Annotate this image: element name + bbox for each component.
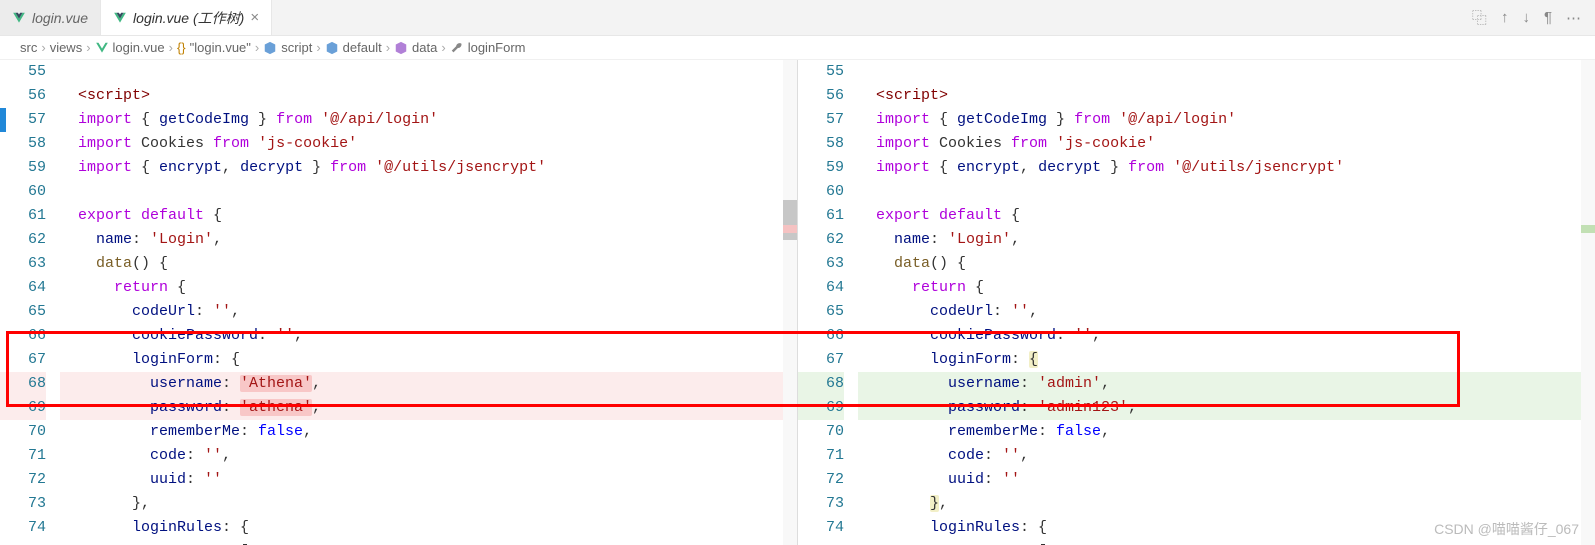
crumb-default[interactable]: default <box>325 40 382 55</box>
arrow-up-icon[interactable]: ↑ <box>1501 9 1509 26</box>
left-gutter: 55 56 57 58 59 60 61 62 63 64 65 66 67 6… <box>0 60 60 545</box>
crumb-data[interactable]: data <box>394 40 437 55</box>
tabs-left: login.vue login.vue (工作树) × <box>0 0 272 35</box>
cube-icon <box>325 41 339 55</box>
chevron-right-icon: › <box>316 40 320 55</box>
compare-icon[interactable]: ⿻ <box>1472 7 1487 28</box>
wrench-icon <box>450 41 464 55</box>
right-gutter: 55 56 57 58 59 60 61 62 63 64 65 66 67 6… <box>798 60 858 545</box>
cube-icon <box>394 41 408 55</box>
crumb-file[interactable]: login.vue <box>95 40 165 55</box>
left-minimap[interactable] <box>783 60 797 545</box>
diff-removed-line: password: 'athena', <box>60 396 783 420</box>
chevron-right-icon: › <box>386 40 390 55</box>
diff-added-line: username: 'admin', <box>858 372 1581 396</box>
crumb-loginform[interactable]: loginForm <box>450 40 526 55</box>
right-code[interactable]: <script> import { getCodeImg } from '@/a… <box>858 60 1581 545</box>
arrow-down-icon[interactable]: ↓ <box>1522 9 1530 26</box>
close-icon[interactable]: × <box>250 9 259 26</box>
chevron-right-icon: › <box>169 40 173 55</box>
crumb-views[interactable]: views <box>50 40 83 55</box>
diff-removed-line: username: 'Athena', <box>60 372 783 396</box>
vue-icon <box>113 11 127 25</box>
vue-icon <box>12 11 26 25</box>
tab-login-working-tree[interactable]: login.vue (工作树) × <box>101 0 272 35</box>
left-code[interactable]: <script> import { getCodeImg } from '@/a… <box>60 60 783 545</box>
crumb-script[interactable]: script <box>263 40 312 55</box>
tab-label: login.vue (工作树) <box>133 8 244 28</box>
cursor-indicator <box>0 108 6 132</box>
pilcrow-icon[interactable]: ¶ <box>1544 9 1552 26</box>
tab-bar: login.vue login.vue (工作树) × ⿻ ↑ ↓ ¶ ⋯ <box>0 0 1595 36</box>
vue-icon <box>95 41 109 55</box>
tab-label: login.vue <box>32 10 88 26</box>
watermark: CSDN @喵喵酱仔_067 <box>1434 519 1579 539</box>
tab-login[interactable]: login.vue <box>0 0 101 35</box>
chevron-right-icon: › <box>41 40 45 55</box>
chevron-right-icon: › <box>255 40 259 55</box>
right-minimap[interactable] <box>1581 60 1595 545</box>
cube-icon <box>263 41 277 55</box>
left-pane[interactable]: 55 56 57 58 59 60 61 62 63 64 65 66 67 6… <box>0 60 798 545</box>
chevron-right-icon: › <box>441 40 445 55</box>
editor-actions: ⿻ ↑ ↓ ¶ ⋯ <box>1458 0 1595 35</box>
breadcrumb: src › views › login.vue › {}"login.vue" … <box>0 36 1595 60</box>
crumb-component[interactable]: {}"login.vue" <box>177 40 251 55</box>
crumb-src[interactable]: src <box>20 40 37 55</box>
chevron-right-icon: › <box>86 40 90 55</box>
diff-editor: 55 56 57 58 59 60 61 62 63 64 65 66 67 6… <box>0 60 1595 545</box>
more-icon[interactable]: ⋯ <box>1566 9 1581 27</box>
right-pane[interactable]: 55 56 57 58 59 60 61 62 63 64 65 66 67 6… <box>798 60 1595 545</box>
diff-added-line: password: 'admin123', <box>858 396 1581 420</box>
